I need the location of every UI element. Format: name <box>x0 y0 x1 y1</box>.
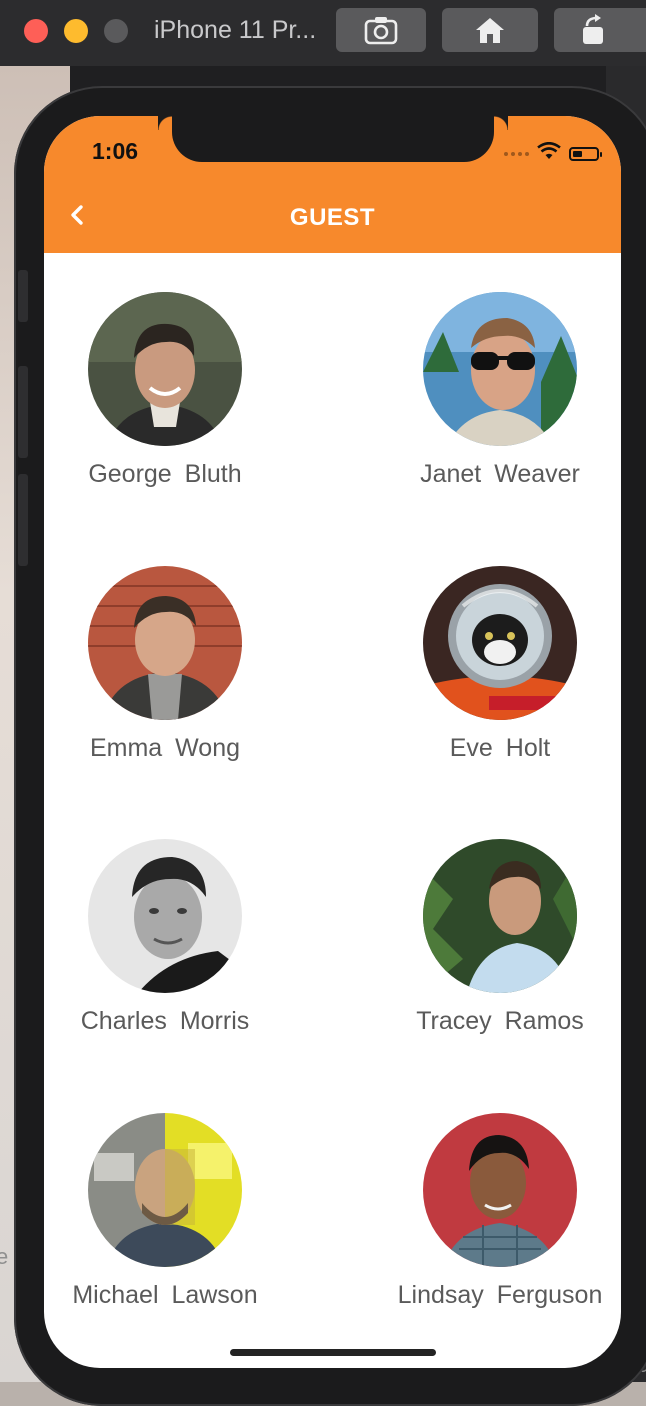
guest-card[interactable]: Eve Holt <box>380 566 620 763</box>
cellular-signal-icon <box>504 151 529 156</box>
rotate-icon <box>579 14 609 46</box>
guest-card[interactable]: Emma Wong <box>45 566 285 763</box>
avatar <box>88 1113 242 1267</box>
minimize-window-button[interactable] <box>64 19 88 43</box>
wifi-icon <box>537 141 561 165</box>
guest-name: Michael Lawson <box>72 1281 258 1309</box>
app-screen: 1:06 GUEST George Bluth Janet Weaver Emm… <box>44 116 621 1368</box>
guest-name: Tracey Ramos <box>416 1007 584 1035</box>
guest-name: Eve Holt <box>449 734 551 762</box>
guest-card[interactable]: Michael Lawson <box>45 1113 285 1310</box>
volume-up-button <box>18 366 28 458</box>
home-button[interactable] <box>442 8 538 52</box>
guest-name: Charles Morris <box>80 1007 250 1035</box>
avatar <box>423 292 577 446</box>
guest-name: Emma Wong <box>89 734 241 762</box>
close-window-button[interactable] <box>24 19 48 43</box>
battery-icon <box>569 146 602 161</box>
avatar <box>423 566 577 720</box>
avatar <box>88 839 242 993</box>
guest-card[interactable]: Lindsay Ferguson <box>380 1113 620 1310</box>
silent-switch <box>18 270 28 322</box>
device-notch <box>172 116 508 162</box>
page-title: GUEST <box>289 204 376 231</box>
guest-name: Lindsay Ferguson <box>397 1281 603 1309</box>
avatar <box>88 292 242 446</box>
guest-name: Janet Weaver <box>420 460 580 488</box>
guest-name: George Bluth <box>88 460 242 488</box>
home-icon <box>474 15 506 45</box>
guest-card[interactable]: Charles Morris <box>45 839 285 1036</box>
simulator-title: iPhone 11 Pr... <box>154 16 317 44</box>
screenshot-button[interactable] <box>336 8 426 52</box>
screenshot-icon <box>364 15 398 45</box>
simulator-toolbar: iPhone 11 Pr... <box>0 0 646 67</box>
avatar <box>423 839 577 993</box>
avatar <box>88 566 242 720</box>
status-icons <box>504 141 602 165</box>
navigation-header: 1:06 GUEST <box>44 116 621 253</box>
volume-down-button <box>18 474 28 566</box>
guest-card[interactable]: Janet Weaver <box>380 292 620 489</box>
avatar <box>423 1113 577 1267</box>
status-time: 1:06 <box>92 138 139 164</box>
zoom-window-button[interactable] <box>104 19 128 43</box>
guest-card[interactable]: George Bluth <box>45 292 285 489</box>
guest-card[interactable]: Tracey Ramos <box>380 839 620 1036</box>
home-indicator[interactable] <box>230 1349 436 1356</box>
rotate-button[interactable] <box>554 8 646 52</box>
edge-text-left: e <box>0 1244 9 1269</box>
